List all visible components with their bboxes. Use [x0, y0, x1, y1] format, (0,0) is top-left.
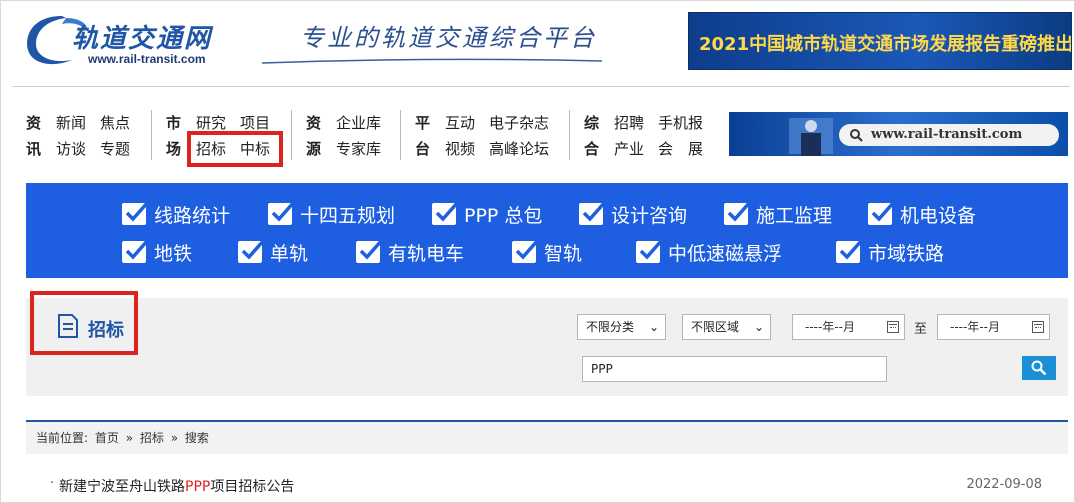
site-slogan: 专业的轨道交通综合平台 [300, 24, 597, 52]
check-icon [432, 200, 460, 225]
chevron-down-icon: ⌄ [648, 320, 659, 334]
check-icon [356, 238, 384, 263]
check-icon [122, 200, 150, 225]
logo-url: www.rail-transit.com [88, 52, 206, 66]
highlight-box-title [30, 291, 138, 355]
nav-head-char: 资 [306, 114, 322, 132]
date-range-separator: 至 [914, 322, 928, 337]
nav-separator [569, 110, 570, 160]
nav-link-forum[interactable]: 高峰论坛 [489, 140, 549, 158]
nav-head-char: 合 [584, 140, 600, 158]
nav-group-resources: 资 源 企业库 专家库 [306, 110, 406, 162]
category-item[interactable]: 单轨 [238, 237, 308, 267]
nav-link-interview[interactable]: 访谈 [56, 140, 86, 158]
category-item[interactable]: 有轨电车 [356, 237, 464, 267]
report-banner-text: 2021中国城市轨道交通市场发展报告重磅推出 [699, 34, 1072, 55]
nav-link-company-db[interactable]: 企业库 [336, 114, 381, 132]
category-item[interactable]: 设计咨询 [579, 199, 687, 229]
nav-head-char: 综 [584, 114, 600, 132]
highlight-box-nav [187, 131, 283, 167]
search-button[interactable] [1022, 356, 1056, 380]
nav-link-topic[interactable]: 专题 [100, 140, 130, 158]
nav-head-char: 源 [306, 140, 322, 158]
nav-link-jobs[interactable]: 招聘 [614, 114, 644, 132]
header-divider [12, 86, 1070, 87]
breadcrumb-home[interactable]: 首页 [95, 431, 119, 445]
breadcrumb-prefix: 当前位置: [36, 431, 89, 445]
nav-link-research[interactable]: 研究 [196, 114, 226, 132]
category-item[interactable]: PPP 总包 [432, 199, 542, 229]
category-item[interactable]: 中低速磁悬浮 [636, 237, 782, 267]
site-url-banner[interactable]: www.rail-transit.com [729, 112, 1068, 156]
breadcrumb-separator: » [170, 431, 179, 445]
breadcrumb-tender[interactable]: 招标 [140, 431, 164, 445]
check-icon [579, 200, 607, 225]
breadcrumb-current: 搜索 [184, 431, 209, 445]
nav-group-general: 综 合 招聘 手机报 产业会 展 [584, 110, 724, 162]
nav-link-news[interactable]: 新闻 [56, 114, 86, 132]
list-item: · 新建宁波至舟山铁路PPP项目招标公告 2022-09-08 [26, 470, 1068, 498]
nav-head-char: 平 [415, 114, 431, 132]
nav-link-focus[interactable]: 焦点 [100, 114, 130, 132]
category-item[interactable]: 机电设备 [868, 199, 976, 229]
nav-head-char: 市 [166, 114, 182, 132]
nav-link-video[interactable]: 视频 [445, 140, 475, 158]
result-title-link[interactable]: 新建宁波至舟山铁路PPP项目招标公告 [59, 476, 294, 496]
nav-link-mobile-news[interactable]: 手机报 [658, 114, 703, 132]
site-logo[interactable]: 轨道交通网 www.rail-transit.com [22, 10, 232, 72]
logo-title: 轨道交通网 [72, 24, 213, 54]
date-to-field[interactable]: ----年--月 [937, 314, 1050, 340]
category-item[interactable]: 智轨 [512, 237, 582, 267]
category-panel: 线路统计 十四五规划 PPP 总包 设计咨询 施工监理 机电设备 地铁 单轨 有… [26, 183, 1068, 278]
search-panel [26, 298, 1068, 396]
nav-group-news: 资 讯 新闻 焦点 访谈 专题 [26, 110, 156, 162]
category-item[interactable]: 地铁 [122, 237, 192, 267]
nav-link-expert-db[interactable]: 专家库 [336, 140, 381, 158]
nav-link-emagazine[interactable]: 电子杂志 [489, 114, 549, 132]
check-icon [868, 200, 896, 225]
breadcrumb: 当前位置: 首页 » 招标 » 搜索 [26, 420, 1068, 454]
nav-head-char: 资 [26, 114, 42, 132]
keyword-highlight: PPP [185, 479, 211, 495]
calendar-icon[interactable] [1032, 321, 1044, 333]
report-banner[interactable]: 2021中国城市轨道交通市场发展报告重磅推出 [688, 12, 1072, 70]
breadcrumb-separator: » [125, 431, 134, 445]
category-item[interactable]: 线路统计 [122, 199, 230, 229]
chevron-down-icon: ⌄ [753, 320, 764, 334]
calendar-icon[interactable] [887, 321, 899, 333]
check-icon [512, 238, 540, 263]
category-item[interactable]: 十四五规划 [268, 199, 395, 229]
nav-link-interaction[interactable]: 互动 [445, 114, 475, 132]
nav-separator [291, 110, 292, 160]
result-date: 2022-09-08 [966, 477, 1042, 492]
check-icon [122, 238, 150, 263]
nav-link-industry[interactable]: 产业 [614, 140, 644, 158]
nav-group-platform: 平 台 互动 电子杂志 视频 高峰论坛 [415, 110, 575, 162]
check-icon [238, 238, 266, 263]
check-icon [636, 238, 664, 263]
nav-link-project[interactable]: 项目 [240, 114, 270, 132]
nav-separator [400, 110, 401, 160]
region-select[interactable]: 不限区域 ⌄ [682, 314, 771, 340]
nav-head-char: 场 [166, 140, 182, 158]
nav-separator [151, 110, 152, 160]
category-select[interactable]: 不限分类 ⌄ [577, 314, 666, 340]
nav-link-exhibition[interactable]: 会 展 [658, 140, 703, 158]
category-item[interactable]: 市域铁路 [836, 237, 944, 267]
bullet-dot: · [50, 476, 55, 491]
keyword-input[interactable] [582, 356, 887, 382]
check-icon [268, 200, 296, 225]
banner-url-text: www.rail-transit.com [871, 127, 1023, 142]
magnifier-icon [850, 129, 863, 142]
slogan-underline [262, 58, 602, 64]
nav-head-char: 讯 [26, 140, 42, 158]
search-icon [1031, 360, 1047, 376]
check-icon [836, 238, 864, 263]
check-icon [724, 200, 752, 225]
nav-head-char: 台 [415, 140, 431, 158]
category-item[interactable]: 施工监理 [724, 199, 832, 229]
date-from-field[interactable]: ----年--月 [792, 314, 905, 340]
